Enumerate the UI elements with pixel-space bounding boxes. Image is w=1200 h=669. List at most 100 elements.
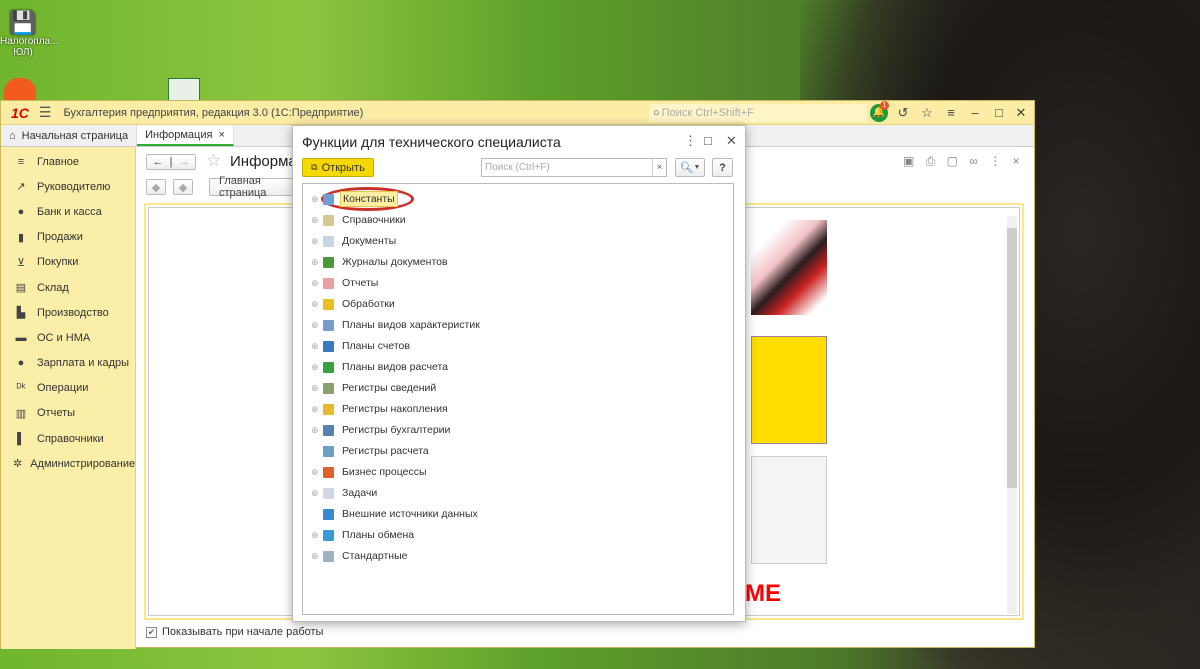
metadata-type-icon [323,298,334,310]
sidebar-item[interactable]: ● Банк и касса [1,199,135,224]
main-menu-icon[interactable]: ☰ [39,104,52,121]
maximize-button[interactable]: □ [990,104,1008,122]
close-tab-icon[interactable]: × [218,129,224,141]
scrollbar-thumb[interactable] [1007,228,1017,488]
tree-node[interactable]: Регистры расчета [303,441,733,461]
history-icon[interactable]: ↺ [894,104,912,122]
sidebar-item[interactable]: ᴰᵏ Операции [1,376,135,401]
sidebar-item[interactable]: ● Зарплата и кадры [1,351,135,376]
home-icon: ⌂ [9,129,16,142]
close-window-button[interactable]: ✕ [1012,104,1030,122]
close-form-icon[interactable]: × [1013,154,1020,168]
clear-search-icon[interactable]: × [652,159,666,176]
forward-disabled-button[interactable]: ◆ [173,179,193,195]
dialog-more-icon[interactable]: ⋮ [684,133,697,149]
tree-node[interactable]: ⊕ Справочники [303,210,733,230]
help-button[interactable]: ? [712,158,733,177]
tree-node[interactable]: ⊕ Обработки [303,294,733,314]
expand-icon[interactable]: ⊕ [311,194,319,205]
expand-icon[interactable]: ⊕ [311,362,319,373]
tab-home[interactable]: ⌂ Начальная страница [1,125,138,146]
back-button[interactable]: ← [152,156,163,168]
favorite-star-icon[interactable]: ☆ [206,151,221,171]
sidebar-item[interactable]: ▙ Производство [1,300,135,325]
metadata-type-icon [323,550,334,562]
global-search-input[interactable]: ○ Поиск Ctrl+Shift+F [649,104,867,122]
settings-menu-icon[interactable]: ≡ [942,104,960,122]
expand-icon[interactable]: ⊕ [311,488,319,499]
desktop-shortcut[interactable]: 💾 Налогопла... ЮЛ) [0,10,59,58]
link-icon[interactable]: ∞ [969,154,978,168]
tree-node[interactable]: ⊕ Регистры сведений [303,378,733,398]
dialog-close-button[interactable]: ✕ [726,133,737,149]
minimize-button[interactable]: – [966,104,984,122]
tree-node[interactable]: ⊕ Регистры бухгалтерии [303,420,733,440]
tree-node[interactable]: ⊕ Константы [303,189,733,209]
sidebar-item[interactable]: ⊻ Покупки [1,250,135,275]
forward-button[interactable]: → [179,156,190,168]
sidebar-item[interactable]: ▤ Склад [1,275,135,300]
expand-icon[interactable]: ⊕ [311,383,319,394]
menu-icon: ≡ [17,155,25,168]
metadata-type-icon [323,277,334,289]
expand-icon[interactable]: ⊕ [311,530,319,541]
sidebar-item[interactable]: ▮ Продажи [1,225,135,250]
1c-logo: 1С [11,104,29,121]
more-icon[interactable]: ⋮ [989,154,1001,168]
tree-node[interactable]: Внешние источники данных [303,504,733,524]
print-icon[interactable]: ⎙ [926,154,936,168]
desktop-shortcut-label: Налогопла... ЮЛ) [0,36,59,58]
sidebar-item[interactable]: ▌ Справочники [1,426,135,451]
tree-node[interactable]: ⊕ Документы [303,231,733,251]
tree-node[interactable]: ⊕ Бизнес процессы [303,462,733,482]
book-icon: ▌ [17,432,25,445]
sidebar-item[interactable]: ▥ Отчеты [1,401,135,426]
tree-node-label: Планы счетов [342,340,410,352]
expand-icon[interactable]: ⊕ [311,341,319,352]
tree-node[interactable]: ⊕ Стандартные [303,546,733,566]
excel-icon[interactable] [168,78,200,102]
sidebar-item[interactable]: ↗ Руководителю [1,174,135,199]
expand-icon[interactable]: ⊕ [311,425,319,436]
sidebar-item[interactable]: ✲ Администрирование [1,451,135,476]
back-disabled-button[interactable]: ◆ [146,179,166,195]
search-options-button[interactable]: 🔍︎ ▼ [675,158,705,177]
expand-icon[interactable]: ⊕ [311,236,319,247]
metadata-type-icon [323,256,334,268]
sidebar-item[interactable]: ≡ Главное [1,149,135,174]
tab-information[interactable]: Информация × [137,125,234,146]
tree-node[interactable]: ⊕ Планы видов расчета [303,357,733,377]
checkbox-check-icon: ✔ [146,626,157,638]
expand-icon[interactable]: ⊕ [311,278,319,289]
sidebar-item[interactable]: ▬ ОС и НМА [1,325,135,350]
preview-icon[interactable]: ▢ [947,154,958,168]
expand-icon[interactable]: ⊕ [311,257,319,268]
expand-icon[interactable]: ⊕ [311,320,319,331]
show-on-start-checkbox[interactable]: ✔ Показывать при начале работы [146,626,323,638]
tree-node[interactable]: ⊕ Регистры накопления [303,399,733,419]
tree-node-label: Журналы документов [342,256,448,268]
tree-node[interactable]: ⊕ Планы обмена [303,525,733,545]
tree-node[interactable]: ⊕ Отчеты [303,273,733,293]
tree-node[interactable]: ⊕ Задачи [303,483,733,503]
tree-node[interactable]: ⊕ Планы счетов [303,336,733,356]
1c-cloud-icon[interactable] [4,78,36,102]
notifications-bell-icon[interactable]: 🔔 1 [870,101,889,122]
expand-icon[interactable]: ⊕ [311,215,319,226]
open-button[interactable]: ⧉ Открыть [302,158,374,177]
scrollbar[interactable] [1007,216,1017,614]
dialog-maximize-button[interactable]: □ [704,133,712,148]
dialog-search-input[interactable]: Поиск (Ctrl+F) × [481,158,667,177]
checkbox-label: Показывать при начале работы [162,626,324,638]
expand-icon[interactable]: ⊕ [311,299,319,310]
favorites-star-icon[interactable]: ☆ [918,104,936,122]
tree-node[interactable]: ⊕ Планы видов характеристик [303,315,733,335]
home-page-button[interactable]: Главная страница [209,175,299,199]
expand-icon[interactable]: ⊕ [311,551,319,562]
save-icon[interactable]: ▣ [903,154,914,168]
tree-node[interactable]: ⊕ Журналы документов [303,252,733,272]
coin-icon: ● [17,205,25,218]
expand-icon[interactable]: ⊕ [311,467,319,478]
tree-node-label: Планы обмена [342,529,415,541]
expand-icon[interactable]: ⊕ [311,404,319,415]
